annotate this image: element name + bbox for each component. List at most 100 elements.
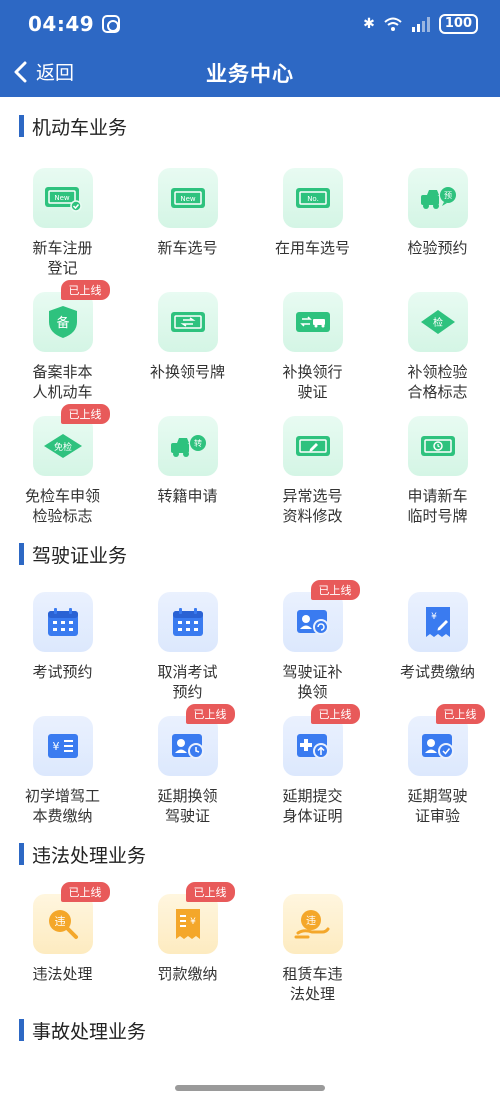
license-item-delay-health[interactable]: 已上线 延期提交 身体证明	[250, 704, 375, 830]
item-label: 检验预约	[407, 239, 468, 257]
fee-list-icon: ¥	[32, 716, 93, 776]
license-item-exam-appointment[interactable]: 考试预约	[0, 582, 125, 706]
section-title-vehicle: 机动车业务	[0, 100, 500, 152]
license-exchange-icon	[282, 292, 343, 352]
svg-text:预: 预	[444, 190, 452, 200]
license-item-renew[interactable]: 已上线 驾驶证补 换领	[250, 580, 375, 706]
new-plate-check-icon: New	[32, 168, 93, 228]
health-upload-icon: 已上线	[282, 704, 360, 776]
online-badge: 已上线	[310, 704, 360, 724]
violation-grid: 已上线 违 违法处理 已上线 ¥ 罚款缴纳 违 租赁车违 法处理	[0, 882, 500, 1008]
item-label: 备案非本 人机动车	[32, 363, 93, 401]
license-verify-icon: 已上线	[407, 704, 485, 776]
fine-receipt-icon: 已上线 ¥	[157, 882, 235, 954]
license-grid: 考试预约 取消考试预约 已上线 驾驶证补换领 ¥ 考试费缴纳 ¥ 初学增驾工	[0, 580, 500, 830]
rental-violation-icon: 违	[282, 894, 343, 954]
vehicle-item-exempt-mark[interactable]: 已上线 免检 免检车申领 检验标志	[0, 404, 125, 530]
license-item-learner-fee[interactable]: ¥ 初学增驾工 本费缴纳	[0, 706, 125, 830]
status-icons: ✱ 100	[363, 14, 478, 34]
home-indicator[interactable]	[175, 1085, 325, 1091]
online-badge: 已上线	[185, 704, 235, 724]
online-badge: 已上线	[60, 280, 110, 300]
item-label: 考试费缴纳	[399, 663, 475, 681]
item-label: 异常选号 资料修改	[282, 487, 343, 525]
item-label: 新车选号	[157, 239, 218, 257]
calendar-icon	[32, 592, 93, 652]
violation-item-rental[interactable]: 违 租赁车违 法处理	[250, 884, 375, 1008]
vehicle-item-license-exchange[interactable]: 补换领行 驶证	[250, 282, 375, 406]
svg-text:¥: ¥	[190, 917, 196, 927]
item-label: 补领检验 合格标志	[407, 363, 468, 401]
nav-bar: 返回 业务中心	[0, 48, 500, 97]
item-label: 延期换领 驾驶证	[157, 787, 218, 825]
back-button[interactable]: 返回	[12, 58, 74, 85]
vehicle-item-new-number[interactable]: New 新车选号	[125, 158, 250, 282]
online-badge: 已上线	[435, 704, 485, 724]
svg-text:¥: ¥	[52, 740, 59, 753]
item-label: 考试预约	[32, 663, 93, 681]
license-clock-icon: 已上线	[157, 704, 235, 776]
battery-icon: 100	[438, 14, 478, 34]
receipt-pay-icon: ¥	[407, 592, 468, 652]
svg-text:违: 违	[54, 915, 65, 928]
license-item-exam-fee[interactable]: ¥ 考试费缴纳	[375, 582, 500, 706]
app-notification-icon	[102, 15, 121, 33]
new-plate-icon: New	[157, 168, 218, 228]
chevron-left-icon	[12, 61, 30, 83]
item-label: 取消考试 预约	[157, 663, 218, 701]
svg-text:违: 违	[306, 915, 316, 927]
online-badge: 已上线	[60, 882, 110, 902]
item-label: 初学增驾工 本费缴纳	[24, 787, 100, 825]
svg-text:备: 备	[56, 315, 69, 331]
vehicle-item-filing[interactable]: 已上线 备 备案非本 人机动车	[0, 280, 125, 406]
truck-appointment-icon: 预	[407, 168, 468, 228]
svg-text:检: 检	[433, 316, 443, 329]
svg-text:转: 转	[194, 438, 202, 448]
violation-item-fine-payment[interactable]: 已上线 ¥ 罚款缴纳	[125, 882, 250, 1008]
license-item-cancel-exam[interactable]: 取消考试 预约	[125, 582, 250, 706]
svg-text:免检: 免检	[53, 441, 71, 453]
status-time: 04:49	[28, 12, 121, 36]
svg-text:New: New	[54, 194, 70, 202]
vehicle-grid: New 新车注册 登记 New 新车选号 No. 在用车选号 预 检验预约 已上…	[0, 158, 500, 530]
license-item-delay-verify[interactable]: 已上线 延期驾驶 证审验	[375, 704, 500, 830]
section-title-violation: 违法处理业务	[0, 828, 500, 880]
bluetooth-icon: ✱	[363, 16, 375, 32]
plate-exchange-icon	[157, 292, 218, 352]
vehicle-item-abnormal-edit[interactable]: 异常选号 资料修改	[250, 406, 375, 530]
item-label: 租赁车违 法处理	[282, 965, 343, 1003]
violation-item-handle[interactable]: 已上线 违 违法处理	[0, 882, 125, 1008]
item-label: 转籍申请	[157, 487, 218, 505]
license-item-delay-renew[interactable]: 已上线 延期换领 驾驶证	[125, 704, 250, 830]
license-renew-icon: 已上线	[282, 580, 360, 652]
vehicle-item-inspection-mark[interactable]: 检 补领检验 合格标志	[375, 282, 500, 406]
vehicle-item-transfer[interactable]: 转 转籍申请	[125, 406, 250, 530]
svg-text:¥: ¥	[431, 612, 437, 622]
violation-search-icon: 已上线 违	[32, 882, 110, 954]
item-label: 驾驶证补 换领	[282, 663, 343, 701]
vehicle-item-inspection-appointment[interactable]: 预 检验预约	[375, 158, 500, 282]
vehicle-item-temp-plate[interactable]: 申请新车 临时号牌	[375, 406, 500, 530]
wifi-icon	[383, 16, 403, 32]
item-label: 补换领号牌	[149, 363, 225, 381]
calendar-cancel-icon	[157, 592, 218, 652]
item-label: 新车注册 登记	[32, 239, 93, 277]
shield-filing-icon: 已上线 备	[32, 280, 110, 352]
inspection-mark-icon: 检	[407, 292, 468, 352]
online-badge: 已上线	[310, 580, 360, 600]
edit-plate-icon	[282, 416, 343, 476]
online-badge: 已上线	[60, 404, 110, 424]
top-bar: 04:49 ✱ 100 返回 业务中心	[0, 0, 500, 97]
item-label: 申请新车 临时号牌	[407, 487, 468, 525]
vehicle-item-new-registration[interactable]: New 新车注册 登记	[0, 158, 125, 282]
svg-text:New: New	[180, 195, 196, 203]
item-label: 罚款缴纳	[157, 965, 218, 983]
plate-number-icon: No.	[282, 168, 343, 228]
item-label: 在用车选号	[274, 239, 350, 257]
vehicle-item-used-number[interactable]: No. 在用车选号	[250, 158, 375, 282]
status-bar: 04:49 ✱ 100	[0, 0, 500, 48]
online-badge: 已上线	[185, 882, 235, 902]
vehicle-item-plate-exchange[interactable]: 补换领号牌	[125, 282, 250, 406]
temp-plate-icon	[407, 416, 468, 476]
item-label: 延期提交 身体证明	[282, 787, 343, 825]
